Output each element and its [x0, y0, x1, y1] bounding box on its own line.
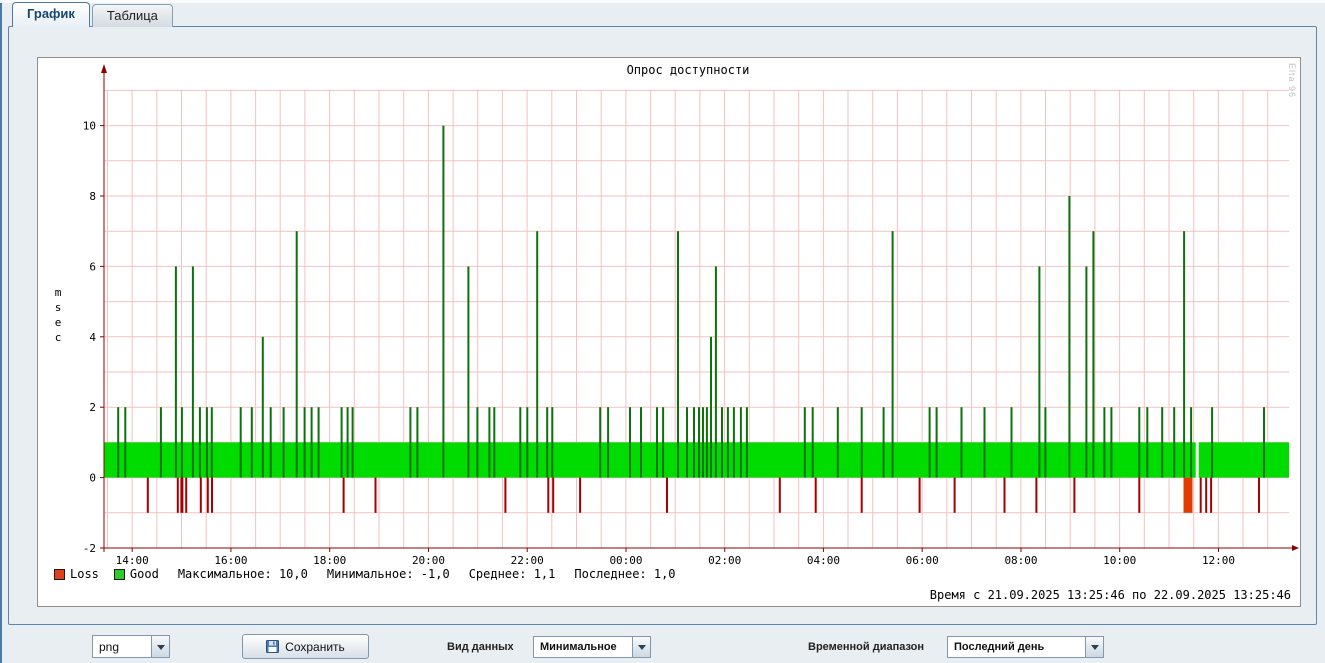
svg-text:4: 4 — [89, 331, 96, 344]
save-button-label: Сохранить — [285, 640, 345, 654]
stat-max: Максимальное: 10,0 — [178, 567, 308, 581]
svg-text:s: s — [55, 301, 62, 314]
application-window: { "tabs": [ { "label": "График" }, { "la… — [0, 0, 1325, 663]
tab-graph-label: График — [27, 6, 75, 21]
loss-label: Loss — [70, 567, 99, 581]
chevron-down-icon[interactable] — [151, 636, 169, 657]
svg-text:02:00: 02:00 — [708, 554, 741, 566]
data-view-select[interactable]: Минимальное — [533, 636, 651, 658]
svg-text:c: c — [55, 331, 62, 344]
svg-text:08:00: 08:00 — [1004, 554, 1037, 566]
stat-avg: Среднее: 1,1 — [469, 567, 556, 581]
watermark-text: Elta 96 — [1287, 63, 1297, 98]
window-left-border — [0, 0, 2, 663]
availability-chart: -2 0 2 4 6 8 10 14:00 16:00 18:00 20:00 22:00 00:00 0… — [38, 58, 1300, 566]
chart-area: -2 0 2 4 6 8 10 14:00 16:00 18:00 20:00 22:00 00:00 0… — [37, 57, 1301, 607]
svg-text:e: e — [55, 316, 62, 329]
svg-text:6: 6 — [89, 260, 96, 273]
chart-legend: Loss Good Максимальное: 10,0 Минимальное… — [54, 567, 676, 581]
data-view-select-value: Минимальное — [534, 637, 632, 657]
save-button[interactable]: Сохранить — [242, 634, 369, 659]
chevron-down-icon[interactable] — [1085, 637, 1103, 657]
svg-text:0: 0 — [89, 472, 96, 485]
svg-text:06:00: 06:00 — [906, 554, 939, 566]
svg-text:12:00: 12:00 — [1202, 554, 1235, 566]
svg-text:2: 2 — [89, 401, 96, 414]
svg-text:8: 8 — [89, 190, 96, 203]
data-view-label: Вид данных — [447, 641, 514, 653]
svg-text:22:00: 22:00 — [511, 554, 544, 566]
tab-graph[interactable]: График — [12, 2, 90, 27]
tab-table-label: Таблица — [107, 8, 158, 23]
tab-table[interactable]: Таблица — [92, 4, 173, 27]
loss-swatch — [54, 569, 65, 580]
svg-text:00:00: 00:00 — [609, 554, 642, 566]
svg-text:m: m — [55, 286, 62, 299]
stat-last: Последнее: 1,0 — [574, 567, 675, 581]
time-range-label: Временной диапазон — [808, 641, 924, 653]
svg-text:Опрос доступности: Опрос доступности — [627, 63, 750, 77]
format-select-value: png — [93, 636, 151, 657]
time-range-select-value: Последний день — [948, 637, 1085, 657]
stat-min: Минимальное: -1,0 — [327, 567, 450, 581]
save-icon — [266, 640, 279, 653]
time-range-text: Время с 21.09.2025 13:25:46 по 22.09.202… — [930, 588, 1291, 602]
svg-text:10:00: 10:00 — [1103, 554, 1136, 566]
chevron-down-icon[interactable] — [632, 637, 650, 657]
good-label: Good — [130, 567, 159, 581]
svg-text:04:00: 04:00 — [807, 554, 840, 566]
window-top-edge — [0, 0, 1325, 3]
svg-text:-2: -2 — [83, 542, 96, 555]
good-swatch — [114, 569, 125, 580]
svg-text:18:00: 18:00 — [313, 554, 346, 566]
time-range-select[interactable]: Последний день — [947, 636, 1104, 658]
bottom-toolbar: png Сохранить Вид данных Минимальное Вре… — [0, 632, 1325, 663]
svg-text:14:00: 14:00 — [116, 554, 149, 566]
graph-panel: -2 0 2 4 6 8 10 14:00 16:00 18:00 20:00 22:00 00:00 0… — [8, 26, 1317, 625]
svg-text:10: 10 — [83, 120, 96, 133]
svg-text:16:00: 16:00 — [214, 554, 247, 566]
tab-bar: График Таблица — [12, 2, 175, 27]
format-select[interactable]: png — [92, 635, 170, 658]
svg-text:20:00: 20:00 — [412, 554, 445, 566]
